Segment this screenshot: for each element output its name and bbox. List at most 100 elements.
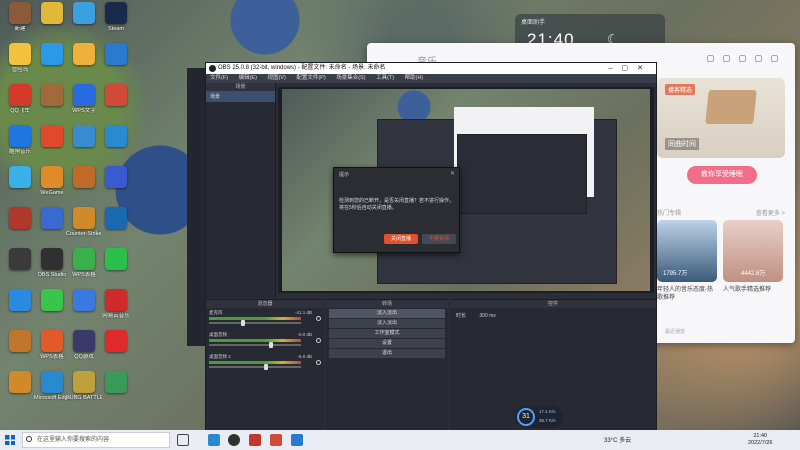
mixer-row[interactable]: 桌面音频 -0.0 dB <box>206 330 324 352</box>
desktop-icon[interactable] <box>98 330 134 372</box>
obs-back-window <box>187 68 207 346</box>
desktop-icon[interactable] <box>66 289 102 331</box>
desktop-icon[interactable] <box>2 207 38 249</box>
recent-label: 最近播放 <box>665 329 686 335</box>
desktop-icon[interactable]: WPS表格 <box>66 248 102 290</box>
obs-taskbar-icon[interactable] <box>228 434 240 446</box>
maximize-icon[interactable] <box>755 55 762 62</box>
desktop-icon[interactable]: Microsoft Edge <box>34 371 70 413</box>
minimize-icon[interactable] <box>739 55 746 62</box>
windows-start-icon[interactable] <box>5 435 15 445</box>
desktop-icon[interactable]: WPS表格 <box>34 330 70 372</box>
menu-edit[interactable]: 编辑(E) <box>239 75 257 81</box>
transition-option[interactable]: 淡入淡出 <box>329 319 445 328</box>
desktop-icon[interactable] <box>34 125 70 167</box>
music-taskbar-icon[interactable] <box>270 434 282 446</box>
desktop-icon[interactable]: QQ飞车 <box>2 84 38 126</box>
duration-row[interactable]: 时长 300 ms <box>450 308 656 323</box>
exit-button[interactable]: 退出 <box>329 349 445 358</box>
app-icon <box>9 43 31 65</box>
disconnect-dialog[interactable]: 提示 ✕ 检测到您的已断开，是否关闭直播？若不进行操作，将在5秒后自动关闭直播。… <box>333 167 460 253</box>
desktop-icon[interactable]: WeGame <box>34 166 70 208</box>
menu-profile[interactable]: 配置文件(P) <box>296 75 325 81</box>
obs-titlebar[interactable]: OBS 25.0.8 (32-bit, windows) - 配置文件: 未命名… <box>206 63 656 74</box>
taskbar-search[interactable]: 在这里输入你要搜索的内容 <box>22 432 170 448</box>
desktop-icon[interactable] <box>98 43 134 85</box>
desktop-icon-label: 网易云音乐 <box>102 313 130 319</box>
settings-button[interactable]: 设置 <box>329 339 445 348</box>
close-icon[interactable]: ✕ <box>450 170 455 177</box>
network-speed-widget[interactable]: 31 17.1 K/s 36.7 K/s <box>515 406 563 428</box>
play-count: 1795.7万 <box>663 271 688 277</box>
mail-icon[interactable] <box>723 55 730 62</box>
volume-slider[interactable] <box>209 322 301 324</box>
sleep-button[interactable]: 教你享受睡眠 <box>687 166 757 184</box>
desktop-icon[interactable] <box>2 166 38 208</box>
desktop-icon[interactable]: 网易云音乐 <box>98 289 134 331</box>
desktop-icon[interactable] <box>98 248 134 290</box>
volume-knob[interactable] <box>241 320 246 326</box>
stop-stream-button[interactable]: 关闭直播 <box>384 234 418 244</box>
volume-meter <box>209 317 301 320</box>
menu-file[interactable]: 文件(F) <box>210 75 228 81</box>
desktop-icon[interactable]: Steam <box>98 2 134 44</box>
desktop-icon[interactable] <box>34 2 70 44</box>
desktop-icon[interactable] <box>2 330 38 372</box>
gear-icon[interactable] <box>316 360 321 365</box>
desktop-icon[interactable] <box>34 43 70 85</box>
desktop-icon[interactable]: Counter-Strike Global... <box>66 207 102 249</box>
desktop-icon[interactable] <box>66 43 102 85</box>
taskbar-clock[interactable]: 21:40 2022/7/26 <box>748 433 772 447</box>
desktop-icon[interactable] <box>98 166 134 208</box>
keep-stream-button[interactable]: 不要关闭 <box>422 234 456 244</box>
window-controls[interactable]: –▢✕ <box>609 63 652 74</box>
gear-icon[interactable] <box>316 338 321 343</box>
menu-help[interactable]: 帮助(H) <box>405 75 424 81</box>
desktop-icon[interactable] <box>34 289 70 331</box>
menu-scene-collection[interactable]: 场景集合(S) <box>336 75 365 81</box>
transitions-panel: 转场 淡入淡出 淡入淡出 工作室模式 设置 退出 <box>326 299 448 431</box>
weather-tray[interactable]: 33°C 多云 <box>604 435 631 444</box>
desktop-icon[interactable] <box>66 2 102 44</box>
app-taskbar-icon[interactable] <box>249 434 261 446</box>
desktop-icon[interactable] <box>98 125 134 167</box>
mixer-row[interactable]: 麦克风 -41.1 dB <box>206 308 324 330</box>
volume-slider[interactable] <box>209 366 301 368</box>
more-link[interactable]: 查看更多 > <box>756 208 785 217</box>
menu-tools[interactable]: 工具(T) <box>376 75 394 81</box>
volume-knob[interactable] <box>268 342 273 348</box>
desktop-icon[interactable] <box>2 371 38 413</box>
desktop-icon[interactable]: PUBG BATTLEGR... <box>66 371 102 413</box>
app-taskbar-icon[interactable] <box>291 434 303 446</box>
desktop-icon[interactable] <box>98 371 134 413</box>
desktop-icon[interactable] <box>2 289 38 331</box>
desktop-icon[interactable]: 酷狗音乐 <box>2 125 38 167</box>
desktop-icon[interactable] <box>34 84 70 126</box>
desktop-icon[interactable]: OBS Studio <box>34 248 70 290</box>
desktop-icon[interactable] <box>2 248 38 290</box>
menu-view[interactable]: 视图(V) <box>267 75 285 81</box>
desktop-icon[interactable] <box>98 207 134 249</box>
desktop-icon[interactable]: 新建 <box>2 2 38 44</box>
scene-item[interactable]: 场景 <box>206 91 275 102</box>
desktop-icon[interactable] <box>34 207 70 249</box>
desktop-icon[interactable] <box>66 166 102 208</box>
desktop-icon[interactable]: QQ游戏 <box>66 330 102 372</box>
desktop-icon[interactable]: 冒险岛 <box>2 43 38 85</box>
task-view-icon[interactable] <box>177 434 189 446</box>
desktop-icon[interactable]: WPS文字 <box>66 84 102 126</box>
obs-menubar: 文件(F) 编辑(E) 视图(V) 配置文件(P) 场景集合(S) 工具(T) … <box>206 74 656 83</box>
app-icon <box>73 43 95 65</box>
volume-slider[interactable] <box>209 344 301 346</box>
gear-icon[interactable] <box>316 316 321 321</box>
desktop-icon[interactable] <box>66 125 102 167</box>
desktop-icon[interactable] <box>98 84 134 126</box>
edge-icon[interactable] <box>208 434 220 446</box>
transition-option[interactable]: 淡入淡出 <box>329 309 445 318</box>
studio-mode-button[interactable]: 工作室模式 <box>329 329 445 338</box>
mixer-row[interactable]: 桌面音频 2 -5.0 dB <box>206 352 324 374</box>
volume-knob[interactable] <box>264 364 269 370</box>
user-icon[interactable] <box>707 55 714 62</box>
podcast-card[interactable]: 播客精选 同曲时间 <box>657 78 785 158</box>
close-icon[interactable] <box>771 55 778 62</box>
